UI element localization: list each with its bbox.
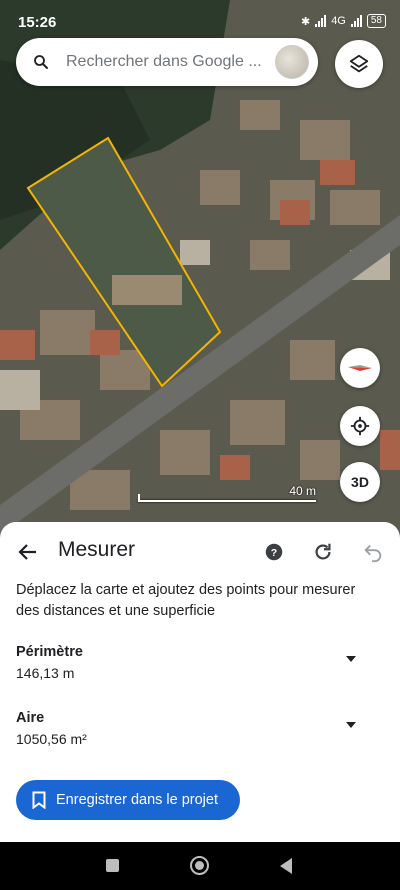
scale-tick: [138, 494, 140, 502]
satellite-map[interactable]: 15:26 ✱ 4G 58 Rechercher dans Google ...…: [0, 0, 400, 560]
my-location-button[interactable]: [340, 406, 380, 446]
svg-text:?: ?: [271, 547, 277, 559]
sheet-header: Mesurer ?: [0, 536, 400, 568]
area-label: Aire: [16, 710, 45, 726]
perimeter-value: 146,13 m: [16, 665, 75, 681]
scale-bar: 40 m: [138, 484, 318, 504]
battery-icon: 58: [366, 14, 386, 28]
recents-icon[interactable]: [106, 859, 119, 872]
save-button-label: Enregistrer dans le projet: [56, 792, 218, 808]
measure-description: Déplacez la carte et ajoutez des points …: [16, 582, 356, 619]
compass-button[interactable]: [340, 348, 380, 388]
search-bar[interactable]: Rechercher dans Google ...: [16, 38, 318, 86]
bookmark-icon: [32, 791, 46, 809]
save-to-project-button[interactable]: Enregistrer dans le projet: [16, 780, 240, 820]
area-row[interactable]: Aire 1050,56 m²: [16, 710, 384, 747]
measure-sheet: Mesurer ? Déplacez la carte et ajoutez d…: [0, 522, 400, 842]
back-icon[interactable]: [280, 858, 292, 874]
undo-icon[interactable]: [362, 541, 384, 568]
avatar[interactable]: [275, 45, 309, 79]
refresh-icon[interactable]: [312, 541, 334, 568]
search-icon: [16, 53, 66, 71]
page-title: Mesurer: [58, 538, 136, 561]
signal-icon-2: [350, 15, 362, 27]
scale-line: [138, 500, 316, 502]
crosshair-icon: [350, 416, 370, 436]
system-nav-bar: [0, 842, 400, 890]
help-icon[interactable]: ?: [265, 543, 283, 566]
status-icons: ✱ 4G 58: [301, 14, 386, 28]
status-bar: 15:26 ✱ 4G 58: [0, 0, 400, 40]
bluetooth-icon: ✱: [300, 15, 311, 28]
chevron-down-icon[interactable]: [346, 722, 356, 728]
perimeter-row[interactable]: Périmètre 146,13 m: [16, 644, 384, 681]
home-icon[interactable]: [190, 856, 209, 875]
chevron-down-icon[interactable]: [346, 656, 356, 662]
area-value: 1050,56 m²: [16, 731, 87, 747]
scale-label: 40 m: [289, 484, 316, 498]
3d-button[interactable]: 3D: [340, 462, 380, 502]
network-type: 4G: [331, 15, 346, 27]
layers-button[interactable]: [335, 40, 383, 88]
layers-icon: [349, 54, 369, 73]
compass-icon: [348, 365, 372, 371]
perimeter-label: Périmètre: [16, 644, 83, 660]
search-input[interactable]: Rechercher dans Google ...: [66, 53, 269, 71]
signal-icon: [315, 15, 327, 27]
back-arrow-icon[interactable]: [16, 540, 40, 569]
status-time: 15:26: [18, 14, 57, 31]
